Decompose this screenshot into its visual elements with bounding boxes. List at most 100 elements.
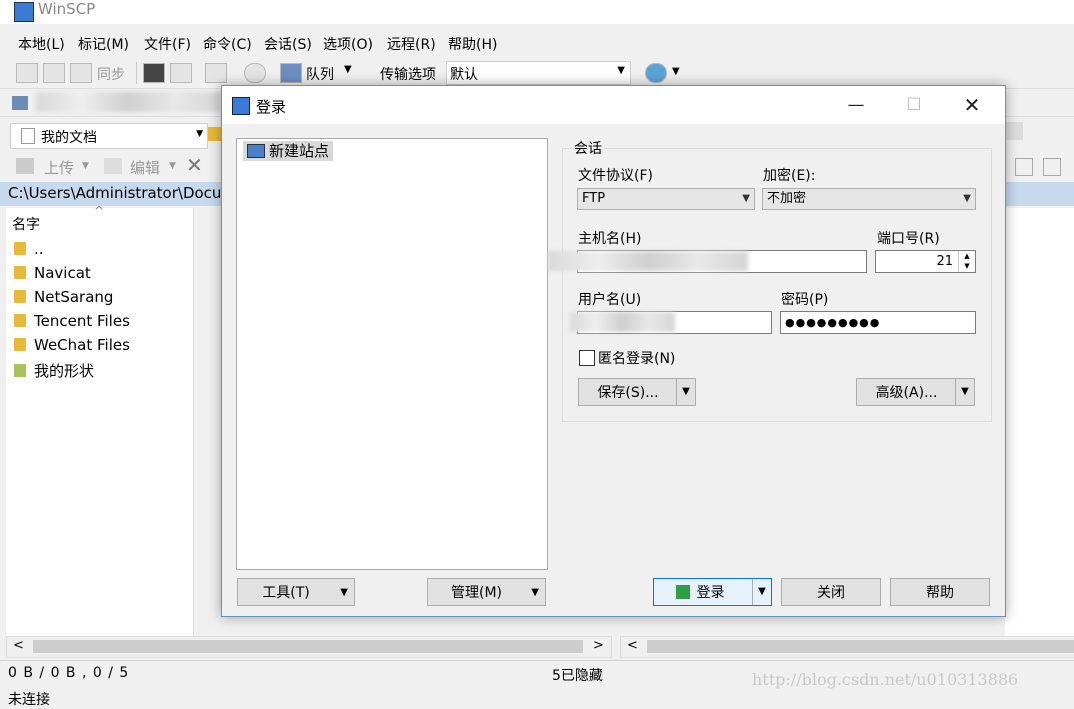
scroll-right-icon[interactable]: > [593,638,604,653]
sort-up-icon: ^ [94,204,105,218]
minimize-button[interactable]: — [836,92,876,118]
putty-icon[interactable] [170,63,192,83]
redacted-username [570,312,675,332]
column-header-name[interactable]: 名字 [12,214,40,234]
encryption-label: 加密(E): [763,168,816,184]
encryption-select[interactable]: 不加密 ▼ [762,188,976,210]
local-hscroll[interactable]: < > [6,636,612,658]
queue-label[interactable]: 队列 [306,64,334,84]
host-input[interactable] [548,250,867,273]
document-icon [21,128,35,144]
help-button[interactable]: 帮助 [890,578,990,606]
close-icon[interactable]: ✕ [952,92,992,118]
edit-button[interactable]: 编辑 [130,157,160,178]
local-location-select[interactable]: 我的文档 ▼ [10,123,208,149]
chevron-down-icon[interactable]: ▼ [672,66,680,77]
chevron-down-icon[interactable]: ▼ [676,379,695,405]
list-item[interactable]: NetSarang [14,288,113,306]
chevron-down-icon[interactable]: ▼ [169,161,176,171]
menu-help[interactable]: 帮助(H) [448,34,497,54]
site-item-new[interactable]: 新建站点 [243,141,334,161]
login-icon [232,97,250,115]
maximize-button[interactable]: ☐ [894,92,934,118]
scroll-thumb[interactable] [647,640,1074,653]
delete-icon[interactable]: ✕ [186,153,203,177]
sync-icon[interactable] [70,63,92,83]
local-file-list[interactable]: 名字 ^ .. Navicat NetSarang Tencent Files … [6,204,194,636]
close-button[interactable]: 关闭 [781,578,881,606]
compare-icon[interactable] [16,63,38,83]
redacted-host [548,251,748,271]
save-button[interactable]: 保存(S)... ▼ [578,378,696,406]
scroll-left-icon[interactable]: < [13,638,24,653]
shapes-folder-icon [14,364,26,377]
folder-icon [14,314,26,327]
list-item[interactable]: 我的形状 [14,360,94,381]
menu-file[interactable]: 文件(F) [144,34,191,54]
chevron-down-icon: ▼ [196,129,203,139]
menu-command[interactable]: 命令(C) [203,34,252,54]
site-tree[interactable]: 新建站点 [236,138,548,570]
list-item[interactable]: .. [14,240,44,258]
chevron-down-icon: ▼ [531,587,539,598]
host-label: 主机名(H) [578,231,642,247]
password-input[interactable]: ●●●●●●●●● [780,311,976,334]
queue-icon[interactable] [280,63,302,83]
upload-icon[interactable] [16,158,34,174]
folder-icon [14,338,26,351]
chevron-down-icon: ▼ [963,193,971,204]
tools-button[interactable]: 工具(T) ▼ [237,578,355,606]
protocol-select[interactable]: FTP ▼ [577,188,755,210]
parent-dir-icon [14,242,26,255]
menu-local[interactable]: 本地(L) [18,34,65,54]
title-bar: WinSCP [0,0,1074,24]
sync-label[interactable]: 同步 [97,64,125,84]
username-label: 用户名(U) [578,292,642,308]
upload-button[interactable]: 上传 [44,157,74,178]
transfer-preset-select[interactable]: 默认 ▼ [446,61,631,85]
plus-icon[interactable] [1015,158,1033,176]
advanced-button[interactable]: 高级(A)... ▼ [856,378,975,406]
find-files-icon[interactable] [205,63,227,83]
login-button[interactable]: 登录 ▼ [653,578,772,606]
port-label: 端口号(R) [877,231,940,247]
chevron-down-icon[interactable]: ▼ [955,379,974,405]
remote-file-list[interactable] [1005,208,1074,636]
username-input[interactable] [570,311,772,334]
console-icon[interactable] [143,63,165,83]
remote-hscroll[interactable]: < [620,636,1074,658]
gear-icon[interactable] [244,63,266,83]
refresh-icon[interactable] [1005,122,1023,140]
menu-mark[interactable]: 标记(M) [78,34,129,54]
watermark: http://blog.csdn.net/u010313886 [752,670,1019,689]
port-spinner[interactable]: ▲ ▼ [958,251,975,272]
edit-icon[interactable] [104,158,122,174]
menu-options[interactable]: 选项(O) [323,34,373,54]
port-input[interactable]: 21 ▲ ▼ [875,250,976,273]
password-label: 密码(P) [781,292,829,308]
scroll-thumb[interactable] [33,640,583,653]
menu-session[interactable]: 会话(S) [264,34,312,54]
dialog-title-bar: 登录 — ☐ ✕ [222,86,1005,124]
chevron-down-icon[interactable]: ▼ [82,161,89,171]
scroll-left-icon[interactable]: < [627,638,638,653]
list-item[interactable]: Tencent Files [14,312,130,330]
globe-icon[interactable] [645,63,667,83]
anonymous-label[interactable]: 匿名登录(N) [598,348,675,368]
chevron-down-icon[interactable]: ▼ [752,579,771,605]
menu-bar: 本地(L) 标记(M) 文件(F) 命令(C) 会话(S) 选项(O) 远程(R… [0,30,1074,56]
anonymous-checkbox[interactable] [579,350,595,366]
manage-button[interactable]: 管理(M) ▼ [427,578,546,606]
local-path: C:\Users\Administrator\Docu [8,184,222,202]
sync-browse-icon[interactable] [43,63,65,83]
list-item[interactable]: Navicat [14,264,91,282]
open-folder-icon[interactable] [208,127,222,141]
menu-remote[interactable]: 远程(R) [387,34,436,54]
list-item[interactable]: WeChat Files [14,336,130,354]
monitor-icon [247,144,265,158]
transfer-options-label: 传输选项 [380,67,436,83]
transfer-stats: 0 B / 0 B , 0 / 5 [8,665,130,681]
minus-icon[interactable] [1043,158,1061,176]
connection-status: 未连接 [8,692,50,708]
chevron-down-icon[interactable]: ▼ [344,64,352,75]
